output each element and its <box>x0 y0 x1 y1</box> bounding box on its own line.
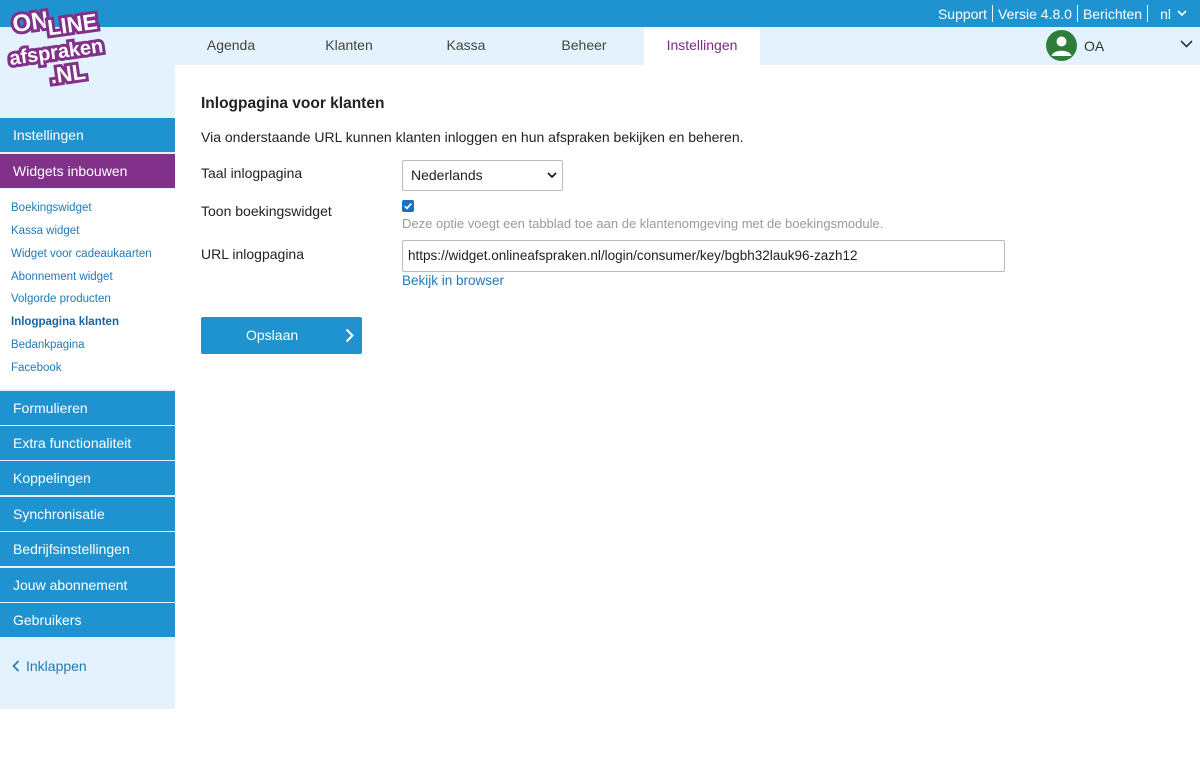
tab-beheer[interactable]: Beheer <box>526 27 642 65</box>
intro-text: Via onderstaande URL kunnen klanten inlo… <box>201 129 744 145</box>
messages-link[interactable]: Berichten <box>1078 6 1147 22</box>
language-label: nl <box>1160 5 1171 22</box>
chevron-left-icon <box>12 660 20 672</box>
save-button-label: Opslaan <box>246 327 299 343</box>
onlineafspraken-logo[interactable]: ON LINE afspraken .NL <box>4 2 116 88</box>
show-booking-widget-checkbox[interactable] <box>402 200 414 212</box>
sidebar-item-widgets[interactable]: Widgets inbouwen <box>0 154 175 188</box>
submenu-item-volgorde-producten[interactable]: Volgorde producten <box>11 293 111 305</box>
submenu-item-bedankpagina[interactable]: Bedankpagina <box>11 339 85 351</box>
sidebar-item-koppelingen[interactable]: Koppelingen <box>0 461 175 495</box>
language-select[interactable]: Nederlands <box>402 160 563 191</box>
chevron-right-icon <box>345 328 354 343</box>
tab-agenda[interactable]: Agenda <box>173 27 289 65</box>
svg-text:ON: ON <box>11 7 50 39</box>
login-url-field[interactable]: https://widget.onlineafspraken.nl/login/… <box>402 240 1005 272</box>
save-button[interactable]: Opslaan <box>201 317 362 354</box>
sidebar: Instellingen Widgets inbouwen Boekingswi… <box>0 65 175 709</box>
collapse-label: Inklappen <box>26 658 87 674</box>
divider <box>1147 5 1149 22</box>
user-icon <box>1051 36 1072 56</box>
collapse-sidebar-button[interactable]: Inklappen <box>12 658 87 674</box>
sidebar-item-extra-functionaliteit[interactable]: Extra functionaliteit <box>0 426 175 460</box>
chevron-down-icon <box>1177 10 1187 17</box>
version-label: Versie 4.8.0 <box>998 5 1072 22</box>
tab-instellingen[interactable]: Instellingen <box>644 27 760 65</box>
sidebar-item-bedrijfsinstellingen[interactable]: Bedrijfsinstellingen <box>0 532 175 566</box>
widget-field-label: Toon boekingswidget <box>201 203 332 219</box>
submenu-item-inlogpagina-klanten[interactable]: Inlogpagina klanten <box>11 316 119 328</box>
user-menu[interactable]: OA <box>1046 30 1104 61</box>
main-navigation: Agenda Klanten Kassa Beheer Instellingen… <box>0 27 1200 65</box>
chevron-down-icon[interactable] <box>1180 40 1193 48</box>
sidebar-item-synchronisatie[interactable]: Synchronisatie <box>0 497 175 531</box>
submenu-item-kassa-widget[interactable]: Kassa widget <box>11 225 79 237</box>
utility-links: Support Versie 4.8.0 Berichten nl <box>933 0 1192 27</box>
sidebar-item-instellingen[interactable]: Instellingen <box>0 118 175 152</box>
sidebar-item-formulieren[interactable]: Formulieren <box>0 391 175 425</box>
tab-kassa[interactable]: Kassa <box>408 27 524 65</box>
submenu-item-abonnement-widget[interactable]: Abonnement widget <box>11 271 113 283</box>
tab-klanten[interactable]: Klanten <box>291 27 407 65</box>
widget-hint-text: Deze optie voegt een tabblad toe aan de … <box>402 216 884 231</box>
submenu-item-cadeaukaarten[interactable]: Widget voor cadeaukaarten <box>11 248 152 260</box>
submenu-item-boekingswidget[interactable]: Boekingswidget <box>11 202 92 214</box>
language-field-label: Taal inlogpagina <box>201 165 303 181</box>
sidebar-item-gebruikers[interactable]: Gebruikers <box>0 603 175 637</box>
divider <box>1076 5 1078 22</box>
svg-text:.NL: .NL <box>49 59 88 88</box>
submenu-item-facebook[interactable]: Facebook <box>11 362 62 374</box>
avatar <box>1046 30 1077 61</box>
top-utility-bar: Support Versie 4.8.0 Berichten nl <box>0 0 1200 27</box>
divider <box>992 5 993 22</box>
chevron-down-icon <box>547 172 557 179</box>
language-selector[interactable]: nl <box>1148 6 1192 22</box>
support-link[interactable]: Support <box>933 6 992 22</box>
url-field-label: URL inlogpagina <box>201 246 304 262</box>
view-in-browser-link[interactable]: Bekijk in browser <box>402 273 504 288</box>
user-initials: OA <box>1084 37 1105 54</box>
sidebar-item-jouw-abonnement[interactable]: Jouw abonnement <box>0 568 175 602</box>
check-icon <box>404 203 412 210</box>
page-title: Inlogpagina voor klanten <box>201 95 385 112</box>
language-select-value: Nederlands <box>411 167 483 183</box>
widgets-submenu: Boekingswidget Kassa widget Widget voor … <box>0 189 175 389</box>
